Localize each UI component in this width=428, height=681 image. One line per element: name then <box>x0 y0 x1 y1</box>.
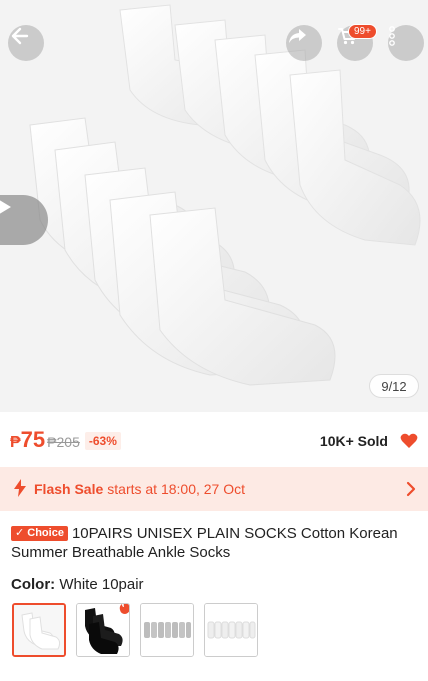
play-icon <box>0 200 11 214</box>
color-label: Color: <box>11 576 56 593</box>
flash-sale-banner[interactable]: Flash Sale starts at 18:00, 27 Oct <box>0 467 428 511</box>
color-variant-list <box>12 603 258 657</box>
white-stripe-socks-thumbnail <box>205 604 257 656</box>
current-price: 75 <box>20 427 46 452</box>
product-title-block: ✓ Choice 10PAIRS UNISEX PLAIN SOCKS Cotto… <box>11 524 419 562</box>
more-icon <box>389 26 395 46</box>
fire-hot-icon <box>118 604 129 619</box>
image-counter: 9/12 <box>369 374 419 398</box>
color-selected-value: White 10pair <box>59 576 144 593</box>
variant-white[interactable] <box>12 603 66 657</box>
back-button[interactable] <box>8 25 44 61</box>
lightning-icon <box>14 478 26 500</box>
product-title: 10PAIRS UNISEX PLAIN SOCKS Cotton Korean… <box>11 525 398 561</box>
play-video-button[interactable] <box>0 195 48 245</box>
product-image-gallery[interactable]: 99+ 9/12 <box>0 0 428 412</box>
more-button[interactable] <box>388 25 424 61</box>
choice-badge: ✓ Choice <box>11 526 68 541</box>
variant-black[interactable] <box>76 603 130 657</box>
variant-grey[interactable] <box>140 603 194 657</box>
original-price: ₱205 <box>47 434 80 450</box>
sold-count: 10K+ Sold <box>319 433 388 449</box>
discount-badge: -63% <box>84 432 121 450</box>
price-row: ₱ 75 ₱205 -63% 10K+ Sold <box>10 427 420 457</box>
flash-sale-info: starts at 18:00, 27 Oct <box>107 481 246 497</box>
grey-socks-thumbnail <box>141 604 193 656</box>
share-button[interactable] <box>286 25 322 61</box>
color-row: Color: White 10pair <box>11 576 144 593</box>
chevron-right-icon <box>406 481 416 500</box>
flash-sale-title: Flash Sale <box>34 481 104 497</box>
socks-product-image <box>0 0 428 412</box>
white-socks-thumbnail <box>14 605 64 655</box>
cart-count-badge: 99+ <box>348 24 377 39</box>
back-arrow-icon <box>11 27 29 45</box>
favorite-heart-icon[interactable] <box>400 433 418 454</box>
price-currency: ₱ <box>10 434 21 451</box>
share-icon <box>289 29 306 43</box>
variant-white-stripe[interactable] <box>204 603 258 657</box>
